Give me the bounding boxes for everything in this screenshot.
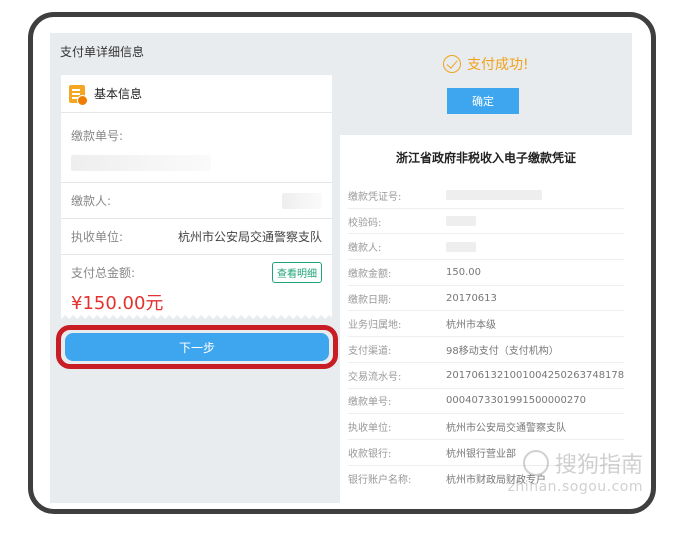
receipt-row-label: 缴款人: <box>348 243 382 255</box>
document-icon <box>69 84 88 106</box>
device-frame: 支付单详细信息 基本信息 缴款单号: 缴款人: 执收单位: 杭州市公安局交通警察… <box>28 12 656 514</box>
receipt-row: 缴款凭证号: <box>348 183 624 209</box>
receipt-row: 缴款单号: 0004073301991500000270 <box>348 389 624 415</box>
payer-value-blurred <box>282 192 322 209</box>
highlight-annotation: 下一步 <box>56 325 338 369</box>
receipt-rows: 缴款凭证号: 校验码: 缴款人: 缴款金额: 150.00 缴款日期: 2017… <box>348 183 624 491</box>
receipt-value-blurred <box>446 241 476 252</box>
receipt-row-label: 支付渠道: <box>348 345 392 357</box>
total-row: 支付总金额: 查看明细 <box>61 255 332 289</box>
receipt-row-label: 收款银行: <box>348 448 392 460</box>
receipt-row-label: 缴款金额: <box>348 268 392 280</box>
receipt-row-value: 杭州市本级 <box>446 320 496 332</box>
payment-success-header: 支付成功! 确定 <box>340 33 632 135</box>
receipt-value-blurred <box>446 190 542 201</box>
receipt-row-value: 150.00 <box>446 266 481 278</box>
unit-row: 执收单位: 杭州市公安局交通警察支队 <box>61 219 332 255</box>
receipt-row-value: 0004073301991500000270 <box>446 395 586 407</box>
total-label: 支付总金额: <box>71 265 136 280</box>
receipt-row-value: 杭州市公安局交通警察支队 <box>446 423 566 435</box>
sogou-logo-icon <box>522 450 549 476</box>
unit-label: 执收单位: <box>71 230 124 244</box>
confirm-button[interactable]: 确定 <box>447 88 519 114</box>
success-message: 支付成功! <box>443 54 529 74</box>
receipt-row-label: 银行账户名称: <box>348 474 412 486</box>
receipt-row-value: 2017061321001004250263748178 <box>446 369 625 381</box>
receipt-row: 校验码: <box>348 209 624 235</box>
receipt-row-label: 业务归属地: <box>348 320 402 332</box>
receipt-row: 缴款人: <box>348 234 624 261</box>
receipt-row-label: 执收单位: <box>348 423 392 435</box>
check-circle-icon <box>443 55 461 73</box>
payer-label: 缴款人: <box>71 194 112 208</box>
panel-title: 支付单详细信息 <box>60 45 145 59</box>
receipt-row-label: 校验码: <box>348 217 382 229</box>
payment-detail-panel: 支付单详细信息 基本信息 缴款单号: 缴款人: 执收单位: 杭州市公安局交通警察… <box>50 33 340 503</box>
card-header: 基本信息 <box>61 75 332 113</box>
watermark-brand-text: 搜狗指南 <box>554 453 643 478</box>
receipt-row: 执收单位: 杭州市公安局交通警察支队 <box>348 414 624 440</box>
receipt-row-value: 20170613 <box>446 292 497 304</box>
watermark-domain: zhinan.sogou.com <box>507 479 643 495</box>
receipt-row: 业务归属地: 杭州市本级 <box>348 311 624 338</box>
receipt-row-label: 缴款凭证号: <box>348 191 402 203</box>
view-details-button[interactable]: 查看明细 <box>272 261 322 283</box>
payment-no-value-blurred <box>71 155 211 171</box>
card-header-label: 基本信息 <box>94 87 143 101</box>
success-text: 支付成功! <box>467 57 529 73</box>
receipt-row-label: 交易流水号: <box>348 371 402 383</box>
receipt-row: 交易流水号: 2017061321001004250263748178 <box>348 363 624 389</box>
receipt-row-value: 98移动支付（支付机构） <box>446 345 559 357</box>
receipt-edge-divider <box>61 311 332 319</box>
unit-value: 杭州市公安局交通警察支队 <box>177 230 322 244</box>
payment-no-row: 缴款单号: <box>61 113 332 183</box>
payer-row: 缴款人: <box>61 183 332 219</box>
receipt-row-label: 缴款单号: <box>348 397 392 409</box>
next-step-button[interactable]: 下一步 <box>65 333 329 361</box>
payment-no-label: 缴款单号: <box>71 129 124 143</box>
receipt-row: 缴款金额: 150.00 <box>348 260 624 286</box>
receipt-title: 浙江省政府非税收入电子缴款凭证 <box>395 151 576 165</box>
basic-info-card: 基本信息 缴款单号: 缴款人: 执收单位: 杭州市公安局交通警察支队 支付总金额… <box>61 75 332 314</box>
watermark-brand: 搜狗指南 <box>508 447 643 479</box>
watermark: 搜狗指南 zhinan.sogou.com <box>508 447 643 495</box>
receipt-row: 缴款日期: 20170613 <box>348 286 624 312</box>
receipt-row-value: 杭州银行营业部 <box>446 448 516 460</box>
receipt-value-blurred <box>446 216 476 227</box>
receipt-row-label: 缴款日期: <box>348 294 392 306</box>
receipt-row: 支付渠道: 98移动支付（支付机构） <box>348 337 624 363</box>
